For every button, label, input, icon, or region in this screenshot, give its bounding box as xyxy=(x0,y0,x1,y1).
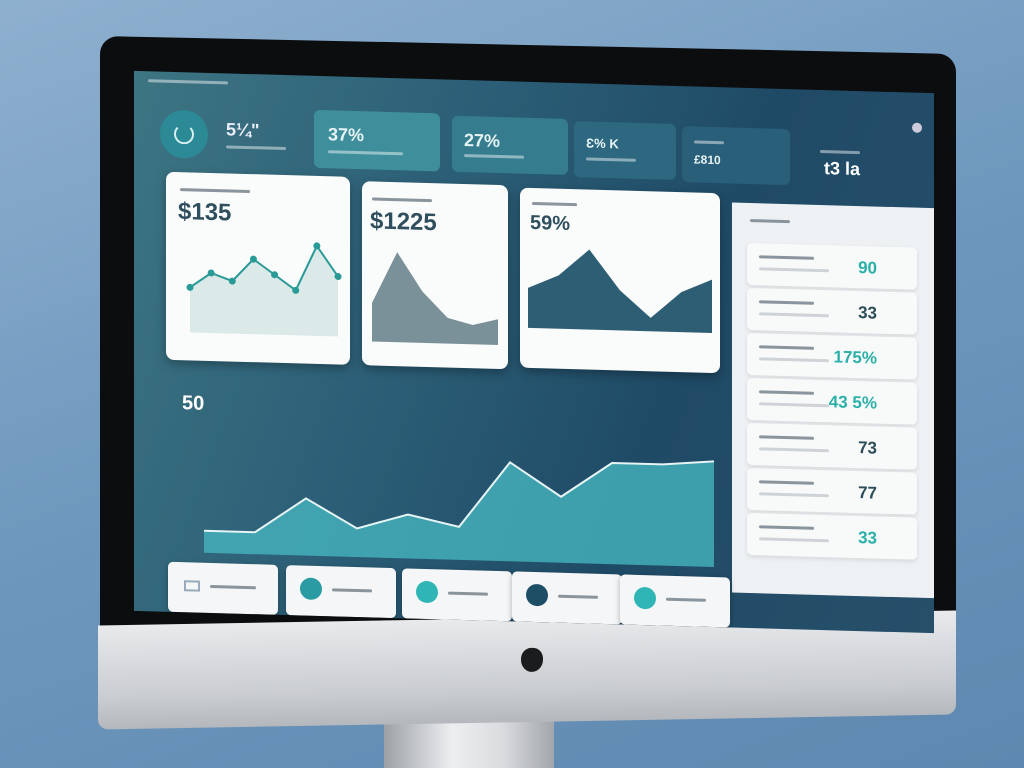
list-item[interactable]: 77 xyxy=(747,467,917,515)
chart-area xyxy=(528,249,712,333)
list-item[interactable]: 90 xyxy=(747,242,917,290)
list-item[interactable]: 175% xyxy=(747,332,917,380)
growth-card[interactable]: 59% xyxy=(520,187,720,374)
list-value: 90 xyxy=(858,258,877,278)
list-value: 77 xyxy=(858,483,877,503)
apple-logo-icon xyxy=(521,647,543,673)
chart-area xyxy=(372,252,498,345)
chart-area xyxy=(190,245,338,337)
kpi-card[interactable]: £810 xyxy=(682,126,790,186)
refresh-circle-icon[interactable] xyxy=(160,109,208,159)
list-value: 43 5% xyxy=(828,392,877,413)
metrics-list: 90 33 175% 43 5% 73 77 33 xyxy=(732,202,934,599)
list-value: 175% xyxy=(833,347,877,368)
list-item[interactable]: 73 xyxy=(747,422,917,470)
chart-point xyxy=(313,242,321,250)
header-value: 5¼" xyxy=(226,119,260,141)
chart-area xyxy=(204,461,714,568)
user-icon[interactable] xyxy=(912,122,922,133)
sales-card[interactable]: $1225 xyxy=(362,181,508,370)
bottom-card[interactable] xyxy=(512,571,622,625)
bottom-card[interactable] xyxy=(620,574,730,628)
bottom-card[interactable] xyxy=(168,561,278,615)
bottom-card[interactable] xyxy=(402,568,512,622)
kpi-value: t3 la xyxy=(824,158,861,180)
bottom-card[interactable] xyxy=(286,565,396,619)
list-item[interactable]: 33 xyxy=(747,512,917,560)
list-value: 73 xyxy=(858,438,877,458)
kpi-card[interactable]: Ɛ% K xyxy=(574,121,676,180)
list-value: 33 xyxy=(858,303,877,323)
main-area-chart xyxy=(204,460,715,568)
revenue-card[interactable]: $135 xyxy=(166,171,350,365)
list-item[interactable]: 33 xyxy=(747,287,917,335)
list-value: 33 xyxy=(858,528,877,548)
dashboard-screen: 5¼" 37% 27% Ɛ% K £810 t3 la $135 $1225 5… xyxy=(134,70,934,634)
kpi-card[interactable]: 27% xyxy=(452,115,568,175)
list-item[interactable]: 43 5% xyxy=(747,377,917,425)
kpi-card[interactable]: 37% xyxy=(314,109,440,172)
